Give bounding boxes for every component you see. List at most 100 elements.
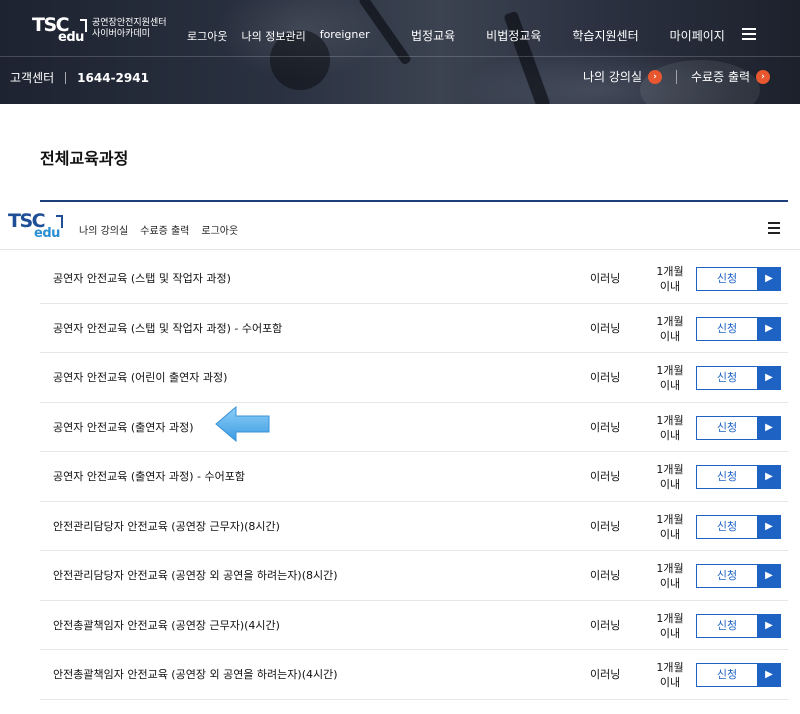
course-name[interactable]: 안전총괄책임자 안전교육 (공연장 근무자)(4시간): [53, 601, 280, 650]
course-type: 이러닝: [590, 321, 621, 335]
course-period: 1개월 이내: [652, 611, 688, 641]
org-name-line2: 사이버아카데미: [92, 29, 150, 39]
course-period: 1개월 이내: [652, 512, 688, 542]
hamburger-menu-icon[interactable]: [768, 222, 780, 234]
course-period: 1개월이내: [652, 561, 688, 591]
sticky-logout-link[interactable]: 로그아웃: [201, 222, 238, 237]
header-divider: [0, 56, 800, 57]
divider: [676, 69, 678, 84]
site-logo[interactable]: TSC edu 공연장안전지원센터 사이버아카데미: [32, 16, 167, 46]
period-line1: 1개월: [656, 463, 684, 476]
course-name[interactable]: 안전관리담당자 안전교육 (공연장 외 공연을 하려는자)(8시간): [53, 551, 338, 600]
play-arrow-icon[interactable]: ▶: [757, 267, 781, 291]
course-row: 안전총괄책임자 안전교육 (공연장 근무자)(4시간) 이러닝 1개월 이내 신청…: [40, 601, 788, 650]
course-type: 이러닝: [590, 420, 621, 434]
my-classroom-label: 나의 강의실: [583, 70, 643, 84]
apply-button[interactable]: 신청: [696, 316, 758, 341]
course-type: 이러닝: [590, 470, 621, 483]
page-title: 전체교육과정: [40, 149, 129, 168]
nav-item-legal-education[interactable]: 법정교육: [411, 27, 455, 44]
annotation-arrow-icon: [215, 405, 270, 443]
course-row: 안전관리담당자 안전교육 (공연장 외 공연을 하려는자)(8시간) 이러닝 1…: [40, 551, 788, 601]
sticky-certificate-link[interactable]: 수료증 출력: [140, 222, 189, 237]
apply-button[interactable]: 신청: [696, 564, 758, 588]
apply-button[interactable]: 신청: [696, 267, 758, 291]
org-name: 공연장안전지원센터 사이버아카데미: [92, 18, 167, 40]
play-arrow-icon[interactable]: ▶: [757, 514, 781, 539]
course-row: 공연자 안전교육 (스탭 및 작업자 과정) 이러닝 1개월이내 신청 ▶: [40, 254, 788, 304]
customer-center-label: 고객센터: [10, 71, 55, 85]
course-name[interactable]: 공연자 안전교육 (출연자 과정) - 수어포함: [53, 452, 245, 501]
nav-item-my-page[interactable]: 마이페이지: [670, 27, 725, 44]
period-line1: 1개월: [656, 512, 684, 526]
course-name[interactable]: 안전관리담당자 안전교육 (공연장 근무자)(8시간): [53, 502, 280, 551]
play-arrow-icon[interactable]: ▶: [757, 465, 781, 489]
play-arrow-icon[interactable]: ▶: [757, 366, 781, 390]
logout-link[interactable]: 로그아웃: [187, 28, 227, 44]
course-type: 이러닝: [590, 371, 621, 384]
period-line2: 이내: [659, 478, 681, 491]
site-header: TSC edu 공연장안전지원센터 사이버아카데미 로그아웃 나의 정보관리 f…: [0, 0, 800, 104]
my-info-link[interactable]: 나의 정보관리: [241, 28, 305, 44]
nav-item-non-legal-education[interactable]: 비법정교육: [486, 27, 541, 44]
divider: [65, 71, 67, 84]
course-period: 1개월이내: [652, 462, 688, 492]
customer-center: 고객센터 1644-2941: [10, 69, 149, 86]
tsc-edu-logo: TSC edu: [8, 212, 64, 242]
quick-links: 나의 강의실 › 수료증 출력 ›: [583, 68, 771, 85]
period-line2: 이내: [659, 577, 681, 590]
apply-button[interactable]: 신청: [696, 366, 758, 390]
apply-button[interactable]: 신청: [696, 663, 758, 687]
course-type: 이러닝: [590, 272, 621, 285]
play-arrow-icon[interactable]: ▶: [757, 415, 781, 440]
logo-edu-text: edu: [58, 30, 84, 45]
certificate-print-link[interactable]: 수료증 출력 ›: [691, 68, 771, 85]
course-name[interactable]: 공연자 안전교육 (스탭 및 작업자 과정): [53, 254, 231, 303]
course-name[interactable]: 공연자 안전교육 (출연자 과정): [53, 403, 194, 452]
sticky-my-classroom-link[interactable]: 나의 강의실: [79, 222, 128, 237]
apply-button[interactable]: 신청: [696, 514, 758, 539]
course-period: 1개월 이내: [652, 413, 688, 443]
customer-center-phone: 1644-2941: [77, 70, 149, 85]
course-name[interactable]: 안전총괄책임자 안전교육 (공연장 외 공연을 하려는자)(4시간): [53, 650, 338, 699]
course-list: 공연자 안전교육 (스탭 및 작업자 과정) 이러닝 1개월 이내 신청 ▶ 공연…: [40, 254, 788, 700]
course-type: 이러닝: [590, 618, 621, 632]
course-period: 1개월 이내: [652, 363, 688, 393]
course-row: 공연자 안전교육 (스탭 및 작업자 과정) - 수어포함 이러닝 1개월 이내 …: [40, 304, 788, 353]
play-arrow-icon[interactable]: ▶: [757, 613, 781, 638]
course-name[interactable]: 공연자 안전교육 (스탭 및 작업자 과정) - 수어포함: [53, 304, 282, 353]
chevron-right-icon: ›: [648, 69, 663, 84]
period-line2: 이내: [659, 329, 681, 343]
course-row: 공연자 안전교육 (출연자 과정) 이러닝 1개월 이내 신청 ▶: [40, 403, 788, 452]
certificate-print-label: 수료증 출력: [691, 70, 751, 84]
play-arrow-icon[interactable]: ▶: [757, 663, 781, 687]
course-type: 이러닝: [590, 519, 621, 533]
period-line2: 이내: [659, 527, 681, 541]
course-period: 1개월이내: [652, 264, 688, 294]
my-classroom-link[interactable]: 나의 강의실 ›: [583, 68, 663, 85]
period-line1: 1개월: [656, 413, 684, 427]
sticky-logo[interactable]: TSC edu: [8, 212, 64, 242]
period-line2: 이내: [659, 280, 681, 293]
period-line2: 이내: [659, 428, 681, 442]
course-type: 이러닝: [590, 668, 621, 681]
course-period: 1개월 이내: [652, 660, 688, 690]
period-line1: 1개월: [656, 611, 684, 625]
play-arrow-icon[interactable]: ▶: [757, 564, 781, 588]
course-row: 공연자 안전교육 (어린이 출연자 과정) 이러닝 1개월 이내 신청 ▶: [40, 353, 788, 403]
apply-button[interactable]: 신청: [696, 415, 758, 440]
sticky-links: 나의 강의실 수료증 출력 로그아웃: [79, 222, 238, 237]
nav-item-learning-support[interactable]: 학습지원센터: [572, 27, 638, 44]
sticky-nav-bar: TSC edu 나의 강의실 수료증 출력 로그아웃: [0, 202, 800, 250]
tsc-edu-logo: TSC edu: [32, 16, 88, 46]
background-decoration: [503, 10, 551, 104]
apply-button[interactable]: 신청: [696, 613, 758, 638]
foreigner-link[interactable]: foreigner: [320, 28, 370, 44]
play-arrow-icon[interactable]: ▶: [757, 316, 781, 341]
course-name[interactable]: 공연자 안전교육 (어린이 출연자 과정): [53, 353, 227, 402]
period-line1: 1개월: [656, 562, 684, 575]
period-line1: 1개월: [656, 265, 684, 278]
hamburger-menu-icon[interactable]: [742, 28, 756, 40]
apply-button[interactable]: 신청: [696, 465, 758, 489]
chevron-right-icon: ›: [756, 69, 771, 84]
